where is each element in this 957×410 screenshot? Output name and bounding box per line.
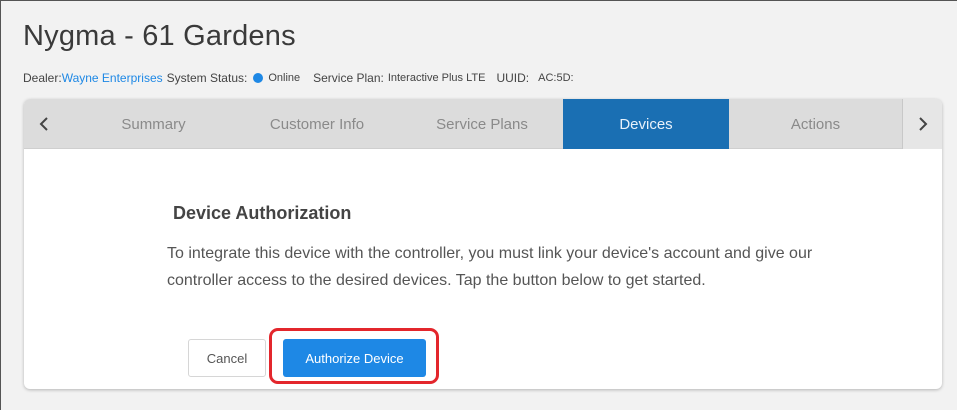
page-title: Nygma - 61 Gardens	[23, 20, 296, 52]
authorize-device-button[interactable]: Authorize Device	[283, 339, 426, 377]
status-dot-icon	[253, 73, 264, 83]
customer-card: Summary Customer Info Service Plans Devi…	[24, 99, 942, 389]
tab-bar: Summary Customer Info Service Plans Devi…	[24, 99, 942, 149]
device-authorization-heading: Device Authorization	[173, 203, 352, 223]
tab-service-plans[interactable]: Service Plans	[401, 99, 563, 149]
service-plan-label: Service Plan:	[313, 71, 384, 85]
device-authorization-panel: Device Authorization To integrate this d…	[24, 149, 942, 389]
tab-summary[interactable]: Summary	[64, 99, 243, 149]
device-authorization-description: To integrate this device with the contro…	[167, 245, 813, 289]
system-status-label: System Status:	[166, 71, 248, 85]
account-meta-bar: Dealer: Wayne Enterprises System Status:…	[23, 71, 574, 85]
tab-scroll-left-button[interactable]	[24, 99, 64, 149]
tab-scroll-right-button[interactable]	[902, 99, 942, 149]
chevron-right-icon	[918, 117, 927, 131]
tab-devices[interactable]: Devices	[563, 99, 729, 149]
uuid-value: AC:5D:	[538, 72, 574, 84]
dealer-link[interactable]: Wayne Enterprises	[62, 71, 163, 85]
system-status-value: Online	[268, 72, 301, 84]
service-plan-value: Interactive Plus LTE	[387, 72, 486, 84]
tab-customer-info[interactable]: Customer Info	[233, 99, 401, 149]
chevron-left-icon	[39, 117, 48, 131]
uuid-label: UUID:	[496, 71, 530, 85]
cancel-button[interactable]: Cancel	[188, 339, 266, 377]
dealer-label: Dealer:	[23, 71, 62, 85]
tab-actions[interactable]: Actions	[729, 99, 902, 149]
